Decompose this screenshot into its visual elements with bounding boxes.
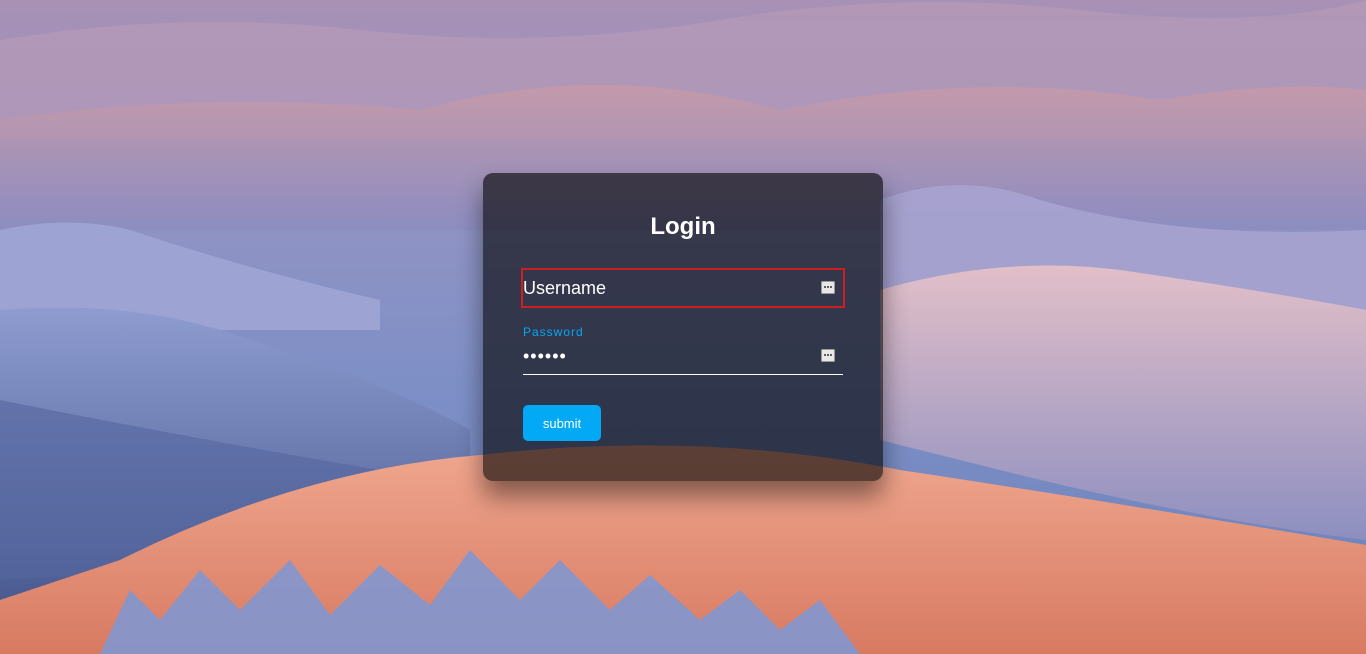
password-label: Password [523,325,584,339]
login-panel: Login Password submit [483,173,883,481]
submit-button[interactable]: submit [523,405,601,441]
password-manager-key-icon[interactable] [821,349,835,362]
login-title: Login [650,213,716,240]
password-input[interactable] [523,338,813,374]
password-field[interactable] [523,338,843,375]
username-input[interactable] [523,270,813,306]
username-field[interactable] [521,268,845,308]
password-manager-key-icon[interactable] [821,281,835,294]
